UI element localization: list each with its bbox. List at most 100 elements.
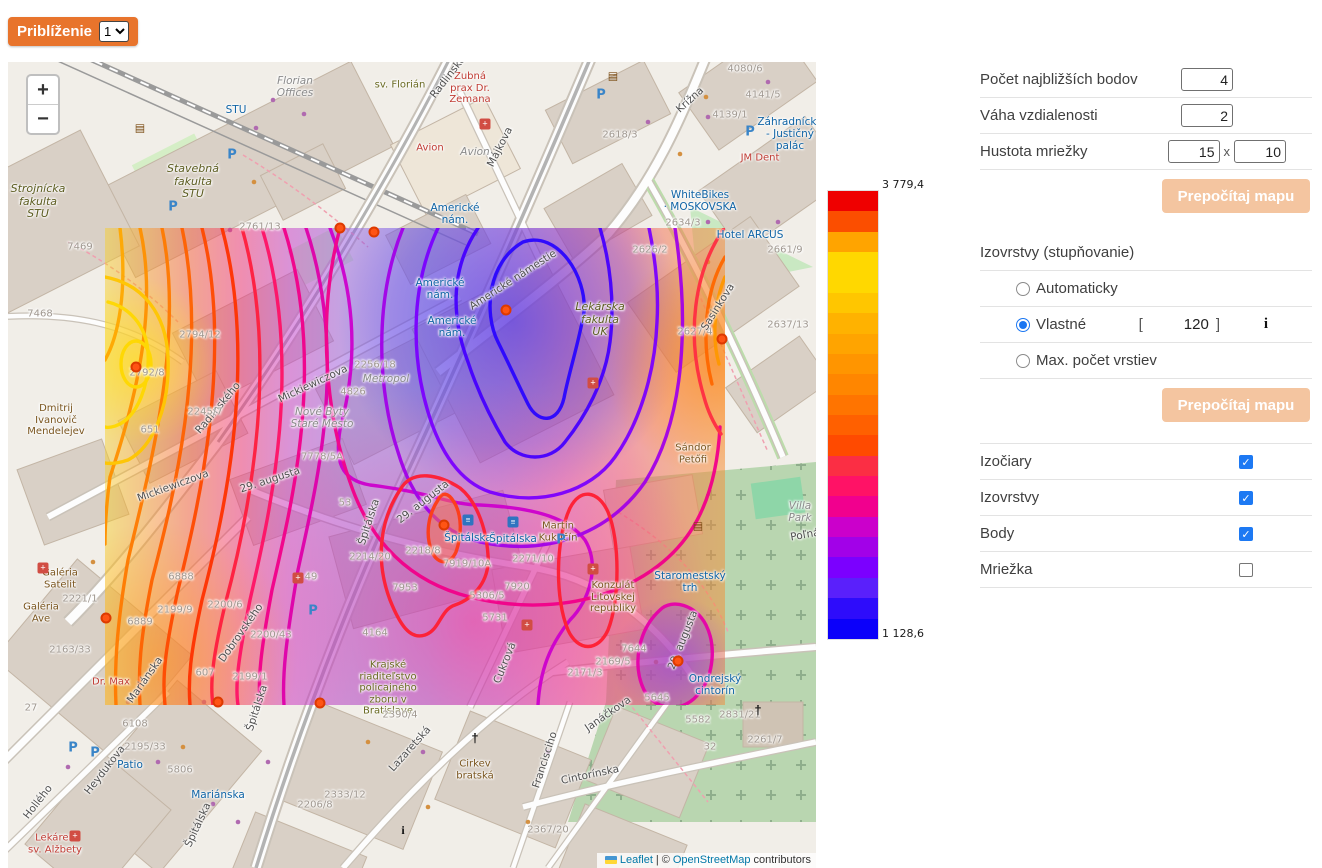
map-label: 4080/6 (727, 63, 762, 75)
legend-band (828, 578, 878, 598)
map-label: 2206/8 (297, 799, 332, 811)
legend-band (828, 191, 878, 211)
legend-bar (827, 190, 879, 640)
map-label: Metropol (363, 373, 409, 385)
parking-icon: P (227, 149, 237, 162)
map-label: 7468 (27, 308, 52, 320)
row-grid-density: Hustota mriežky x (980, 134, 1312, 170)
map-label: 5731 (482, 612, 507, 624)
map-label: 32 (704, 741, 717, 753)
parking-icon: P (745, 126, 755, 139)
isobands-section-title-row: Izovrstvy (stupňovanie) (980, 235, 1312, 271)
map-label: Sándor Petőfi (675, 443, 710, 466)
info-icon[interactable]: i (1220, 316, 1312, 333)
data-point-marker[interactable] (673, 656, 684, 667)
map-label: 2261/7 (747, 734, 782, 746)
legend-band (828, 496, 878, 516)
data-point-marker[interactable] (101, 613, 112, 624)
zoom-out-button[interactable]: − (28, 105, 58, 133)
parking-icon: P (90, 747, 100, 760)
checkbox-body[interactable]: ✓ (1239, 527, 1253, 541)
zoom-in-button[interactable]: + (28, 76, 58, 105)
map-label: 607 (195, 667, 214, 679)
map-label: 2199/9 (157, 604, 192, 616)
legend-band (828, 252, 878, 272)
parking-icon: P (168, 201, 178, 214)
grid-times-label: x (1224, 144, 1231, 159)
attribution-separator: | (656, 854, 659, 866)
data-point-marker[interactable] (717, 334, 728, 345)
medical-icon: + (588, 564, 599, 575)
checkbox-row-mrie-ka: Mriežka (980, 552, 1312, 588)
radio-automaticky[interactable] (1016, 282, 1030, 296)
map-label: 2634/3 (665, 217, 700, 229)
data-point-marker[interactable] (369, 227, 380, 238)
legend-band (828, 537, 878, 557)
radio-vlastn[interactable] (1016, 318, 1030, 332)
zoom-select[interactable]: 1 (99, 21, 129, 42)
data-point-marker[interactable] (213, 697, 224, 708)
map-label: 2195/33 (124, 741, 166, 753)
book-icon: ▤ (608, 72, 618, 83)
radio-label: Vlastné (1036, 316, 1086, 333)
checkbox-mrie-ka[interactable] (1239, 563, 1253, 577)
map-label: 7778/5A (301, 451, 343, 463)
parking-icon: P (68, 742, 78, 755)
map-label: 5645 (644, 692, 669, 704)
radio-max-po-et-vrstiev[interactable] (1016, 354, 1030, 368)
checkbox-izovrstvy[interactable]: ✓ (1239, 491, 1253, 505)
map-label: 5806 (167, 764, 192, 776)
legend-band (828, 313, 878, 333)
map-label: 5306/5 (469, 590, 504, 602)
distance-weight-input[interactable] (1181, 104, 1233, 127)
grid-x-input[interactable] (1168, 140, 1220, 163)
map-canvas[interactable]: Stavebná fakulta STUStrojnícka fakulta S… (8, 62, 816, 868)
recalculate-map-button-2[interactable]: Prepočítaj mapu (1162, 388, 1310, 422)
checkbox-label: Izovrstvy (980, 489, 1039, 506)
ukraine-flag-icon (605, 856, 617, 864)
map-label: Janáčkova (583, 694, 633, 734)
map-label: Strojnícka fakulta STU (11, 183, 66, 221)
parking-icon: P (308, 605, 318, 618)
map-label: Mickiewiczova (276, 363, 349, 406)
data-point-marker[interactable] (315, 698, 326, 709)
map-label: 4164 (362, 627, 387, 639)
legend-min-label: 1 128,6 (882, 627, 924, 640)
data-point-marker[interactable] (131, 362, 142, 373)
map-label: Zubná prax Dr. Zemana (449, 71, 490, 106)
map-label: Villa Park (788, 500, 811, 524)
map-label: STU (226, 104, 247, 116)
medical-icon: + (480, 119, 491, 130)
data-point-marker[interactable] (335, 223, 346, 234)
data-point-marker[interactable] (439, 520, 450, 531)
map-label: Krížna (674, 85, 706, 116)
map-label: Galéria Satelit (42, 568, 78, 591)
leaflet-link[interactable]: Leaflet (620, 854, 653, 866)
map-label: Májkova (485, 125, 515, 169)
checkbox-izo-iary[interactable]: ✓ (1239, 455, 1253, 469)
map-label: Dr. Max (92, 676, 130, 688)
legend-band (828, 293, 878, 313)
map-label: 4826 (340, 386, 365, 398)
info-icon: i (401, 824, 404, 836)
checkbox-row-izo-iary: Izočiary✓ (980, 444, 1312, 480)
legend-band (828, 374, 878, 394)
map-label: Špitálska (489, 533, 537, 545)
nearest-points-input[interactable] (1181, 68, 1233, 91)
data-point-marker[interactable] (501, 305, 512, 316)
checkbox-row-izovrstvy: Izovrstvy ✓ (980, 480, 1312, 516)
radio-group: AutomatickyVlastné[]iMax. počet vrstiev (980, 271, 1312, 379)
map-label: 651 (140, 424, 159, 436)
map-label: Staromestský trh (654, 570, 725, 594)
map-label: Cintorínska (560, 763, 620, 787)
map-label: WhiteBikes · MOSKOVSKA (664, 189, 737, 213)
bus-icon: ≡ (508, 517, 519, 528)
checkbox-label: Body (980, 525, 1014, 542)
map-label: 4139/1 (712, 109, 747, 121)
custom-levels-input[interactable] (1143, 315, 1211, 334)
color-scale-legend: 3 779,4 1 128,6 (827, 178, 947, 648)
church-icon: † (471, 732, 478, 745)
osm-link[interactable]: OpenStreetMap (673, 854, 751, 866)
recalculate-map-button-1[interactable]: Prepočítaj mapu (1162, 179, 1310, 213)
grid-y-input[interactable] (1234, 140, 1286, 163)
